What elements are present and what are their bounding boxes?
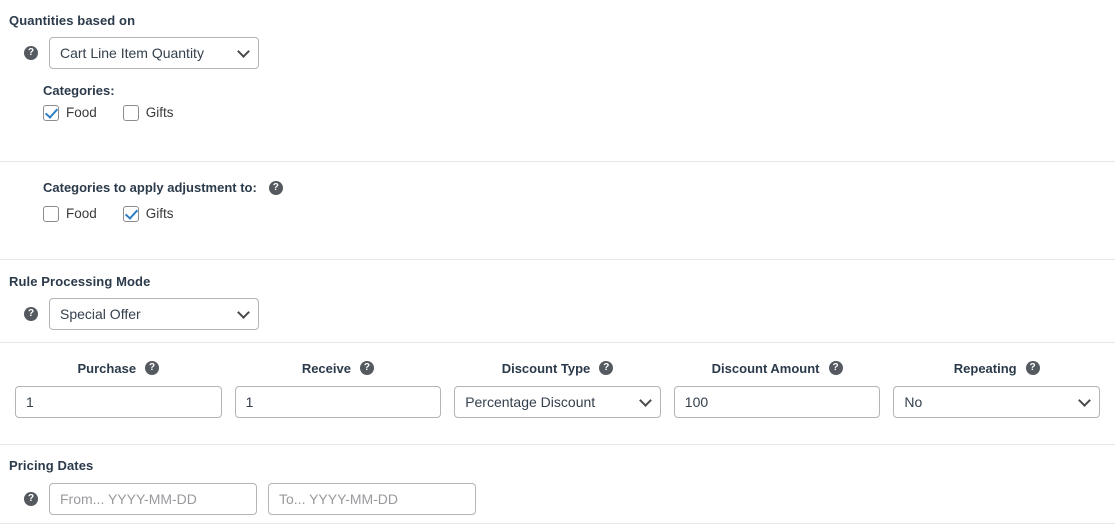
checkbox-apply-gifts[interactable] bbox=[122, 206, 139, 222]
rule-processing-mode-section: Rule Processing Mode ? Special Offer bbox=[0, 259, 1115, 342]
checkbox-item-apply-food[interactable]: Food bbox=[43, 206, 97, 222]
discount-amount-input[interactable] bbox=[673, 386, 881, 418]
apply-adjustment-section: Categories to apply adjustment to: ? Foo… bbox=[0, 161, 1115, 259]
pricing-date-from-input[interactable] bbox=[49, 483, 257, 515]
help-circle-icon[interactable]: ? bbox=[828, 361, 843, 375]
categories-group: Categories: Food Gifts bbox=[43, 83, 1115, 121]
discount-type-select[interactable]: Percentage Discount bbox=[454, 386, 661, 418]
apply-adjustment-heading: Categories to apply adjustment to: bbox=[43, 180, 257, 195]
checkbox-label-apply-food: Food bbox=[66, 206, 97, 221]
help-circle-icon[interactable]: ? bbox=[24, 307, 38, 321]
quantities-select-wrap: Cart Line Item Quantity bbox=[49, 37, 259, 69]
column-header-discount-type: Discount Type ? bbox=[454, 359, 661, 377]
cell-purchase bbox=[15, 386, 222, 418]
column-header-discount-amount-label: Discount Amount bbox=[711, 360, 820, 376]
checkbox-label-gifts: Gifts bbox=[145, 105, 174, 120]
pricing-date-to-input[interactable] bbox=[268, 483, 476, 515]
cell-discount-amount bbox=[673, 386, 881, 418]
column-header-discount-type-label: Discount Type bbox=[501, 360, 591, 376]
discount-rule-headers: Purchase ? Receive ? Discount Type ? Dis… bbox=[0, 359, 1115, 386]
quantities-control-row: ? Cart Line Item Quantity bbox=[24, 37, 1115, 69]
repeating-select[interactable]: No bbox=[893, 386, 1100, 418]
checkbox-item-apply-gifts[interactable]: Gifts bbox=[122, 206, 174, 222]
help-circle-icon[interactable]: ? bbox=[599, 361, 614, 375]
checkbox-gifts[interactable] bbox=[122, 105, 139, 121]
rule-mode-select-wrap: Special Offer bbox=[49, 298, 259, 330]
checkbox-apply-food[interactable] bbox=[43, 206, 59, 222]
column-header-purchase-label: Purchase bbox=[77, 360, 137, 376]
checkbox-label-apply-gifts: Gifts bbox=[145, 206, 174, 221]
checkbox-item-food[interactable]: Food bbox=[43, 105, 97, 121]
cell-receive bbox=[234, 386, 442, 418]
receive-input[interactable] bbox=[234, 386, 442, 418]
quantities-based-on-select[interactable]: Cart Line Item Quantity bbox=[49, 37, 259, 69]
rule-processing-mode-heading: Rule Processing Mode bbox=[9, 274, 151, 289]
column-header-purchase: Purchase ? bbox=[15, 359, 222, 377]
checkbox-food[interactable] bbox=[43, 105, 59, 121]
help-circle-icon[interactable]: ? bbox=[24, 492, 38, 506]
categories-label: Categories: bbox=[43, 83, 115, 98]
pricing-dates-heading: Pricing Dates bbox=[9, 458, 94, 473]
column-header-receive: Receive ? bbox=[235, 359, 442, 377]
quantities-heading: Quantities based on bbox=[9, 13, 136, 28]
discount-rule-row: Percentage Discount No bbox=[0, 386, 1115, 418]
quantities-based-on-section: Quantities based on ? Cart Line Item Qua… bbox=[0, 0, 1115, 161]
apply-adjustment-header-row: Categories to apply adjustment to: ? bbox=[43, 180, 1115, 196]
rule-processing-mode-select[interactable]: Special Offer bbox=[49, 298, 259, 330]
discount-rule-table-section: Purchase ? Receive ? Discount Type ? Dis… bbox=[0, 342, 1115, 444]
pricing-dates-control-row: ? bbox=[24, 483, 1115, 515]
help-circle-icon[interactable]: ? bbox=[268, 181, 283, 195]
bottom-divider bbox=[0, 523, 1115, 524]
cell-discount-type: Percentage Discount bbox=[454, 386, 661, 418]
column-header-discount-amount: Discount Amount ? bbox=[674, 359, 881, 377]
help-circle-icon[interactable]: ? bbox=[359, 361, 374, 375]
quantities-categories-checkboxes: Food Gifts bbox=[43, 105, 1115, 121]
rule-mode-control-row: ? Special Offer bbox=[24, 298, 1115, 330]
pricing-dates-section: Pricing Dates ? bbox=[0, 444, 1115, 530]
column-header-repeating-label: Repeating bbox=[953, 360, 1017, 376]
column-header-receive-label: Receive bbox=[301, 360, 351, 376]
purchase-input[interactable] bbox=[15, 386, 222, 418]
apply-adjustment-checkboxes: Food Gifts bbox=[43, 206, 1115, 222]
help-circle-icon[interactable]: ? bbox=[24, 46, 38, 60]
help-circle-icon[interactable]: ? bbox=[145, 361, 160, 375]
cell-repeating: No bbox=[893, 386, 1100, 418]
column-header-repeating: Repeating ? bbox=[893, 359, 1100, 377]
help-circle-icon[interactable]: ? bbox=[1025, 361, 1040, 375]
checkbox-label-food: Food bbox=[66, 105, 97, 120]
checkbox-item-gifts[interactable]: Gifts bbox=[122, 105, 174, 121]
pricing-rule-form: Quantities based on ? Cart Line Item Qua… bbox=[0, 0, 1115, 530]
